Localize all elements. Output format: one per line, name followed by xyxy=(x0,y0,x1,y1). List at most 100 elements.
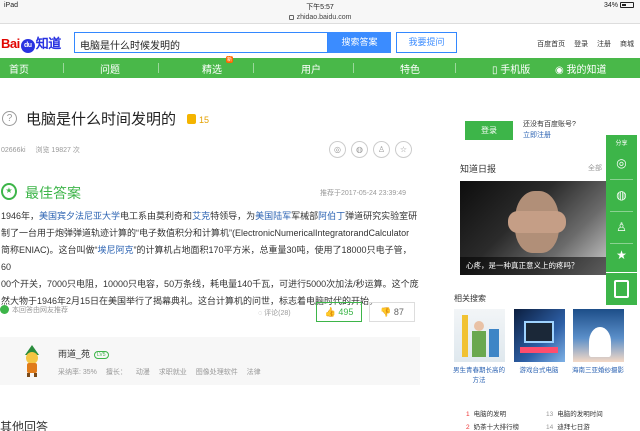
nav-featured[interactable]: 精选 xyxy=(202,61,222,76)
link-login[interactable]: 登录 xyxy=(574,41,588,48)
top-links: 百度首页 登录 注册 商城 xyxy=(530,39,634,49)
weibo-icon[interactable]: ◍ xyxy=(613,187,630,204)
link-register[interactable]: 注册 xyxy=(597,41,611,48)
main-nav: 首页 问题 精选 新 用户 特色 ▯ 手机版 ◉ 我的知道 xyxy=(0,56,640,78)
related-thumb[interactable] xyxy=(514,309,565,362)
qq-icon[interactable]: ♙ xyxy=(373,141,390,158)
float-divider xyxy=(610,243,633,244)
rank-item[interactable]: 1 电脑的发明 xyxy=(466,408,506,418)
answer-link[interactable]: 美国宾夕法尼亚大学 xyxy=(39,211,120,221)
address-bar[interactable]: zhidao.baidu.com xyxy=(0,12,640,24)
answer-line: 00个开关，7000只电阻，10000只电容，50万条线，耗电量140千瓦，可进… xyxy=(1,276,421,293)
answer-text: 简称ENIAC)。这台叫做“ xyxy=(1,245,98,255)
url-text: zhidao.baidu.com xyxy=(296,14,352,21)
nav-divider xyxy=(158,63,159,73)
answerer-stats: 采纳率: 35% 擅长： 动漫 求职就业 图像处理软件 法律 xyxy=(58,367,268,377)
question-meta: 02666ki 浏览 19827 次 xyxy=(1,145,88,155)
avatar[interactable] xyxy=(22,345,42,377)
rank-text: 电脑的发明 xyxy=(473,411,507,418)
daily-title: 知道日报 xyxy=(460,164,497,174)
clock: 下午5:57 xyxy=(306,4,334,11)
expertise-tag[interactable]: 求职就业 xyxy=(159,369,187,376)
comment-button[interactable]: ◌ 评论(28) xyxy=(258,308,291,318)
register-link[interactable]: 立即注册 xyxy=(523,130,576,141)
link-baidu-home[interactable]: 百度首页 xyxy=(537,41,565,48)
nav-questions[interactable]: 问题 xyxy=(100,61,120,76)
nav-mobile[interactable]: ▯ 手机版 xyxy=(492,61,530,76)
expertise-tag[interactable]: 法律 xyxy=(247,369,261,376)
rank-item[interactable]: 13 电脑的发明时间 xyxy=(546,408,603,418)
answer-footer: 本回答由网友推荐 ◌ 评论(28) 👍 495 👎 87 xyxy=(0,302,420,322)
thumb-monitor xyxy=(524,321,554,343)
nav-my-zhidao[interactable]: ◉ 我的知道 xyxy=(555,61,607,76)
daily-more-link[interactable]: 全部 xyxy=(588,163,602,173)
no-account-text: 还没有百度账号? xyxy=(523,121,576,128)
reward-amount: 15 xyxy=(199,115,210,125)
search-answer-button[interactable]: 搜索答案 xyxy=(328,32,391,53)
adoption-rate: 采纳率: 35% xyxy=(58,369,97,376)
ask-question-button[interactable]: 我要提问 xyxy=(396,32,457,53)
thumb-figure-body xyxy=(472,331,486,357)
answer-date: 推荐于2017-05-24 23:39:49 xyxy=(320,190,406,197)
nav-special[interactable]: 特色 xyxy=(400,61,420,76)
thumb-ruler xyxy=(462,315,468,357)
like-button[interactable]: 👍 495 xyxy=(316,302,362,322)
rank-number: 1 xyxy=(466,411,470,418)
new-badge: 新 xyxy=(226,56,234,63)
expertise-label: 擅长： xyxy=(105,369,127,376)
answerer-card: 雨道_苑 LV5 采纳率: 35% 擅长： 动漫 求职就业 图像处理软件 法律 xyxy=(0,337,420,385)
asker-name[interactable]: 02666ki xyxy=(1,147,26,154)
related-thumb-caption[interactable]: 游戏台式电脑 xyxy=(512,366,566,376)
answer-link[interactable]: 艾克 xyxy=(192,211,210,221)
daily-feature-image[interactable]: 心疼，是一种真正意义上的疼吗？ xyxy=(460,181,606,275)
answer-link[interactable]: 阿伯丁 xyxy=(318,211,345,221)
clipboard-icon xyxy=(614,280,629,298)
user-circle-icon: ◉ xyxy=(555,65,567,76)
search-input[interactable]: 电脑是什么时候发明的 xyxy=(74,32,328,53)
dislike-count: 87 xyxy=(393,307,404,317)
expertise-tag[interactable]: 图像处理软件 xyxy=(196,369,238,376)
dislike-button[interactable]: 👎 87 xyxy=(369,302,415,322)
battery-percent: 34% xyxy=(603,2,618,9)
answer-link[interactable]: 美国陆军 xyxy=(255,211,291,221)
baidu-zhidao-logo[interactable]: Bai du 知道 xyxy=(1,33,61,53)
expertise-tag[interactable]: 动漫 xyxy=(136,369,150,376)
answer-text: 弹道研究实验室研 xyxy=(345,211,418,221)
wechat-icon[interactable]: ◎ xyxy=(613,155,630,172)
share-icons: ◎ ◍ ♙ ☆ xyxy=(329,141,417,158)
feedback-button[interactable] xyxy=(606,272,637,305)
rank-text: 电脑的发明时间 xyxy=(557,411,603,418)
ios-status-bar: iPad 下午5:57 34% xyxy=(0,0,640,12)
star-icon[interactable]: ☆ xyxy=(395,141,412,158)
answerer-name-row: 雨道_苑 LV5 xyxy=(58,347,109,360)
nav-divider xyxy=(455,63,456,73)
related-thumb-caption[interactable]: 男生青春期长高的方法 xyxy=(452,366,506,386)
answerer-name[interactable]: 雨道_苑 xyxy=(58,349,90,359)
float-divider xyxy=(610,211,633,212)
level-badge: LV5 xyxy=(94,351,109,359)
answer-link[interactable]: 埃尼阿克 xyxy=(98,245,134,255)
rank-item[interactable]: 14 迪拜七日游 xyxy=(546,421,590,431)
qq-icon[interactable]: ♙ xyxy=(613,219,630,236)
link-mall[interactable]: 商城 xyxy=(620,41,634,48)
like-count: 495 xyxy=(338,307,354,317)
rank-item[interactable]: 2 奶茶十大排行榜 xyxy=(466,421,519,431)
nav-home[interactable]: 首页 xyxy=(9,61,29,76)
thumb-figure-small xyxy=(489,329,499,357)
thumb-figure-head xyxy=(474,321,484,331)
login-button[interactable]: 登录 xyxy=(465,121,513,140)
thumb-up-icon: 👍 xyxy=(324,307,339,317)
weibo-icon[interactable]: ◍ xyxy=(351,141,368,158)
site-header: Bai du 知道 电脑是什么时候发明的 搜索答案 我要提问 百度首页 登录 注册 … xyxy=(0,25,640,60)
star-icon[interactable]: ★ xyxy=(613,247,630,264)
related-thumb-caption[interactable]: 海南三亚婚纱摄影 xyxy=(571,366,625,376)
related-thumb[interactable] xyxy=(573,309,624,362)
wechat-icon[interactable]: ◎ xyxy=(329,141,346,158)
related-thumb[interactable] xyxy=(454,309,505,362)
comment-label: 评论(28) xyxy=(264,310,291,317)
nav-divider xyxy=(253,63,254,73)
rank-number: 2 xyxy=(466,424,470,431)
nav-users[interactable]: 用户 xyxy=(301,61,321,76)
rank-text: 奶茶十大排行榜 xyxy=(473,424,520,431)
share-label: 分享 xyxy=(615,141,628,147)
